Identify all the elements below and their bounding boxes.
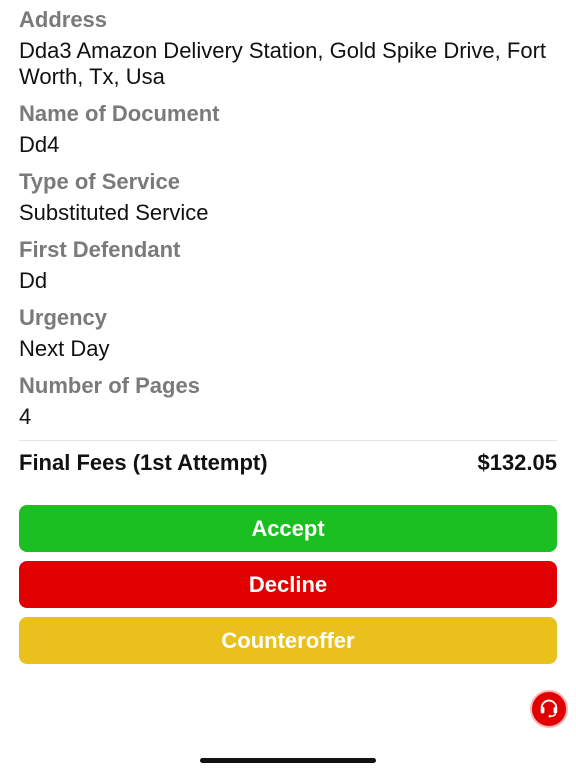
home-indicator xyxy=(200,758,376,763)
job-details: Address Dda3 Amazon Delivery Station, Go… xyxy=(19,0,557,430)
urgency-value: Next Day xyxy=(19,336,110,361)
page-count-value: 4 xyxy=(19,404,32,429)
address-label: Address xyxy=(19,7,108,32)
final-fees-amount: $132.05 xyxy=(477,450,557,475)
document-name-label: Name of Document xyxy=(19,101,220,126)
document-name-value: Dd4 xyxy=(19,132,60,157)
headset-icon xyxy=(538,696,560,723)
page-count-label: Number of Pages xyxy=(19,373,200,398)
job-offer-screen: Address Dda3 Amazon Delivery Station, Go… xyxy=(0,0,576,768)
support-button[interactable] xyxy=(530,690,568,728)
urgency-label: Urgency xyxy=(19,305,108,330)
decline-button[interactable]: Decline xyxy=(19,561,557,608)
final-fees-label: Final Fees (1st Attempt) xyxy=(19,450,268,475)
urgency-field: Urgency Next Day xyxy=(19,304,557,362)
page-count-field: Number of Pages 4 xyxy=(19,372,557,430)
first-defendant-label: First Defendant xyxy=(19,237,181,262)
document-name-field: Name of Document Dd4 xyxy=(19,100,557,158)
final-fees-row: Final Fees (1st Attempt) $132.05 xyxy=(19,441,557,485)
accept-button[interactable]: Accept xyxy=(19,505,557,552)
service-type-label: Type of Service xyxy=(19,169,180,194)
counteroffer-button[interactable]: Counteroffer xyxy=(19,617,557,664)
action-buttons: Accept Decline Counteroffer xyxy=(19,505,557,664)
service-type-value: Substituted Service xyxy=(19,200,209,225)
service-type-field: Type of Service Substituted Service xyxy=(19,168,557,226)
address-field: Address Dda3 Amazon Delivery Station, Go… xyxy=(19,6,557,90)
first-defendant-value: Dd xyxy=(19,268,48,293)
address-value: Dda3 Amazon Delivery Station, Gold Spike… xyxy=(19,38,547,89)
first-defendant-field: First Defendant Dd xyxy=(19,236,557,294)
